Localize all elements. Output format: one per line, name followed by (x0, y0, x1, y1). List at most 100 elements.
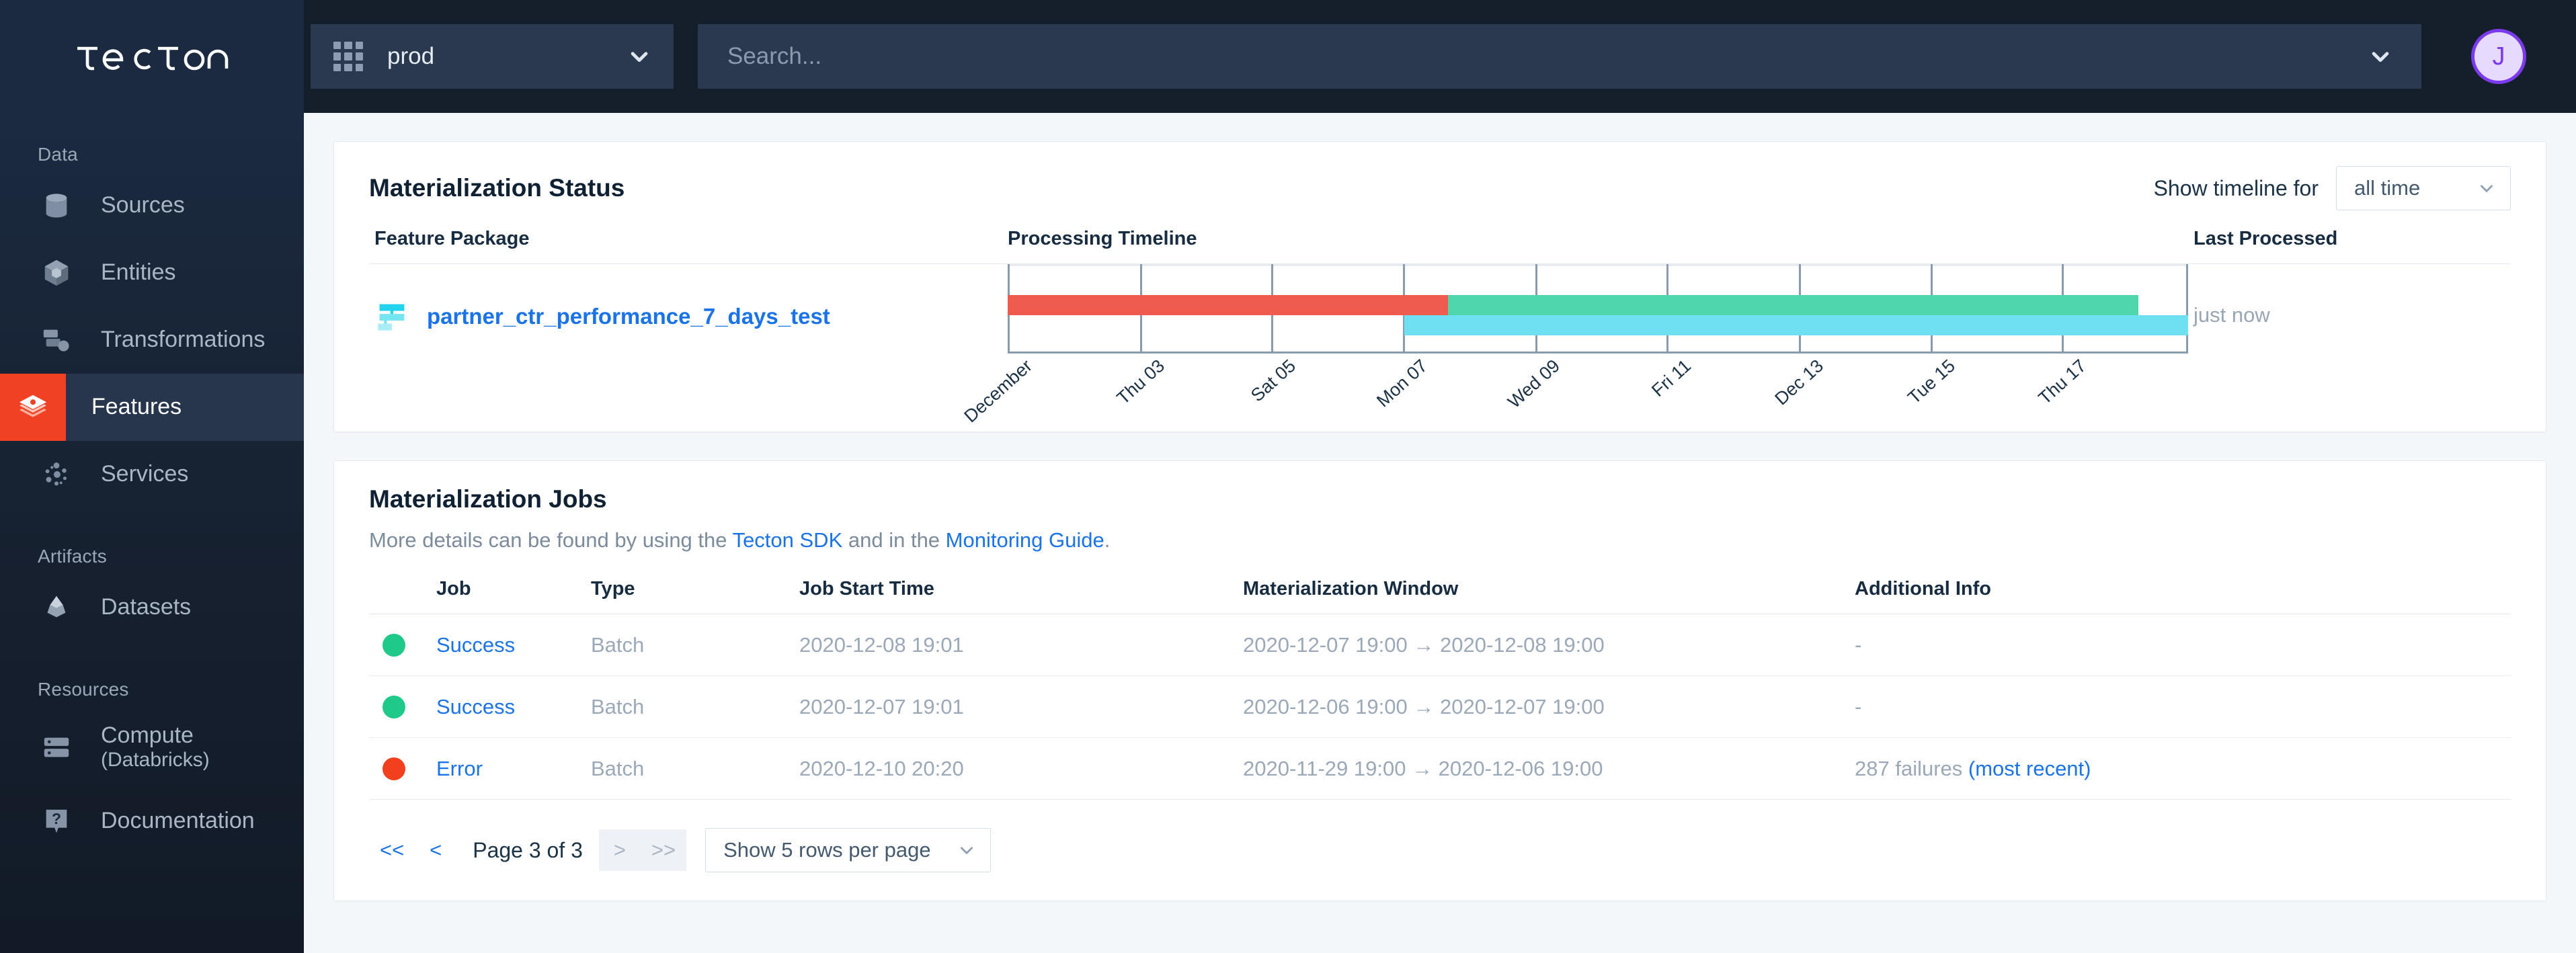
column-header-job: Job (436, 578, 471, 599)
sidebar-item-entities[interactable]: Entities (0, 239, 304, 306)
timeline-tick-label: Dec 13 (1770, 356, 1827, 409)
tecton-sdk-link[interactable]: Tecton SDK (733, 528, 843, 552)
timeline-tick-label: Tue 15 (1904, 356, 1960, 408)
table-row: Success Batch 2020-12-07 19:01 2020-12-06 1… (369, 676, 2511, 738)
page-indicator: Page 3 of 3 (473, 837, 583, 862)
sidebar-item-documentation[interactable]: ? Documentation (0, 788, 304, 855)
workspace-selector[interactable]: prod (311, 24, 674, 89)
grid-apps-icon (333, 42, 363, 71)
job-status-cell (369, 633, 436, 657)
timeline-filter-label: Show timeline for (2153, 175, 2319, 200)
page-title: Materialization Status (369, 174, 625, 202)
top-navigation-bar: prod J (0, 0, 2576, 113)
feature-package-cell: partner_ctr_performance_7_days_test (369, 264, 1008, 334)
timeline-tick-label: December (960, 356, 1037, 427)
materialization-window-cell: 2020-12-07 19:00 → 2020-12-08 19:00 (1243, 633, 1855, 657)
materialization-jobs-card: Materialization Jobs More details can be… (333, 460, 2546, 901)
layers-icon (0, 374, 66, 441)
sidebar-item-label: Sources (101, 192, 185, 218)
sidebar-item-label: Datasets (101, 594, 192, 620)
prev-page-button[interactable]: < (415, 829, 456, 871)
column-header-job-start-time: Job Start Time (799, 578, 934, 599)
timeline-bar-materialized[interactable] (1447, 295, 2139, 315)
sidebar-item-compute[interactable]: Compute (Databricks) (0, 707, 304, 788)
column-header-materialization-window: Materialization Window (1243, 578, 1459, 599)
status-table-header: Feature Package Processing Timeline Last… (369, 228, 2511, 264)
database-icon (38, 187, 75, 224)
timeline-tick-label: Sat 05 (1246, 356, 1299, 406)
timeline-range-value: all time (2354, 176, 2421, 200)
chevron-down-icon (628, 45, 651, 68)
transform-icon (38, 321, 75, 359)
rows-per-page-select[interactable]: Show 5 rows per page (705, 828, 991, 872)
search-chevron-down-icon[interactable] (2369, 45, 2392, 68)
column-header-status (369, 578, 436, 600)
status-badge (383, 633, 405, 657)
materialization-status-card: Materialization Status Show timeline for… (333, 141, 2546, 432)
search-input[interactable] (727, 43, 2369, 70)
sidebar-item-label: Features (91, 394, 182, 420)
question-icon: ? (38, 802, 75, 840)
sidebar: Data Sources Entities Transformations Fe… (0, 113, 304, 953)
rows-per-page-value: Show 5 rows per page (723, 838, 931, 862)
job-link[interactable]: Error (436, 757, 483, 780)
avatar-container: J (2421, 29, 2576, 84)
job-type-cell: Batch (591, 695, 799, 719)
timeline-bar-error[interactable] (1008, 295, 1448, 315)
jobs-desc-suffix: . (1104, 528, 1111, 552)
job-name-cell: Success (436, 633, 591, 657)
jobs-desc-middle: and in the (842, 528, 946, 552)
table-row: Error Batch 2020-12-10 20:20 2020-11-29 19:… (369, 738, 2511, 800)
jobs-description: More details can be found by using the T… (369, 528, 2511, 552)
sidebar-group-label-artifacts: Artifacts (38, 546, 107, 567)
timeline-tick-label: Wed 09 (1504, 356, 1564, 413)
additional-info-cell: 287 failures (most recent) (1855, 757, 2511, 781)
sidebar-item-services[interactable]: Services (0, 441, 304, 508)
search-bar[interactable] (698, 24, 2421, 89)
timeline-range-select[interactable]: all time (2336, 166, 2511, 210)
job-link[interactable]: Success (436, 633, 515, 657)
job-link[interactable]: Success (436, 695, 515, 718)
materialization-window-cell-value: 2020-12-07 19:00 → 2020-12-08 19:00 (1243, 632, 1605, 657)
materialization-window-cell: 2020-12-06 19:00 → 2020-12-07 19:00 (1243, 695, 1855, 719)
feature-package-icon (374, 299, 409, 334)
jobs-desc-prefix: More details can be found by using the (369, 528, 733, 552)
last-page-button[interactable]: >> (640, 829, 687, 871)
first-page-button[interactable]: << (369, 829, 415, 871)
job-start-time-cell-value: 2020-12-10 20:20 (799, 756, 964, 780)
sidebar-item-label: Services (101, 461, 189, 487)
body: Data Sources Entities Transformations Fe… (0, 113, 2576, 953)
job-type-cell-value: Batch (591, 632, 645, 657)
additional-info-cell: - (1855, 695, 2511, 719)
column-header-last-processed: Last Processed (2193, 228, 2338, 249)
monitoring-guide-link[interactable]: Monitoring Guide (946, 528, 1104, 552)
timeline-tick-label: Fri 11 (1648, 356, 1695, 401)
sidebar-item-label: Compute (Databricks) (101, 722, 210, 772)
job-name-cell: Error (436, 757, 591, 781)
jobs-table-header: Job Type Job Start Time Materialization … (369, 578, 2511, 614)
next-page-button[interactable]: > (598, 829, 641, 871)
timeline-bar-online-serving[interactable] (1404, 315, 2188, 335)
last-processed-value: just now (2193, 303, 2270, 327)
sidebar-item-label-sub: (Databricks) (101, 749, 210, 772)
most-recent-link[interactable]: (most recent) (1968, 757, 2091, 780)
sidebar-item-transformations[interactable]: Transformations (0, 306, 304, 374)
avatar[interactable]: J (2471, 29, 2526, 84)
status-card-header: Materialization Status Show timeline for… (369, 166, 2511, 210)
server-icon (38, 729, 75, 766)
tecton-logo[interactable] (0, 0, 304, 113)
sidebar-item-features[interactable]: Features (0, 374, 304, 441)
column-header-processing-timeline: Processing Timeline (1008, 228, 1197, 249)
sidebar-item-sources[interactable]: Sources (0, 172, 304, 239)
job-status-cell (369, 695, 436, 718)
column-header-feature-package: Feature Package (374, 228, 530, 249)
job-type-cell: Batch (591, 633, 799, 657)
feature-package-link[interactable]: partner_ctr_performance_7_days_test (427, 304, 830, 329)
sidebar-item-datasets[interactable]: Datasets (0, 574, 304, 641)
materialization-window-cell-value: 2020-12-06 19:00 → 2020-12-07 19:00 (1243, 694, 1605, 718)
additional-info-value: - (1855, 632, 1862, 657)
status-badge (383, 695, 405, 718)
chevron-down-icon (958, 841, 975, 859)
sidebar-item-label: Transformations (101, 327, 266, 353)
svg-text:?: ? (52, 810, 61, 827)
